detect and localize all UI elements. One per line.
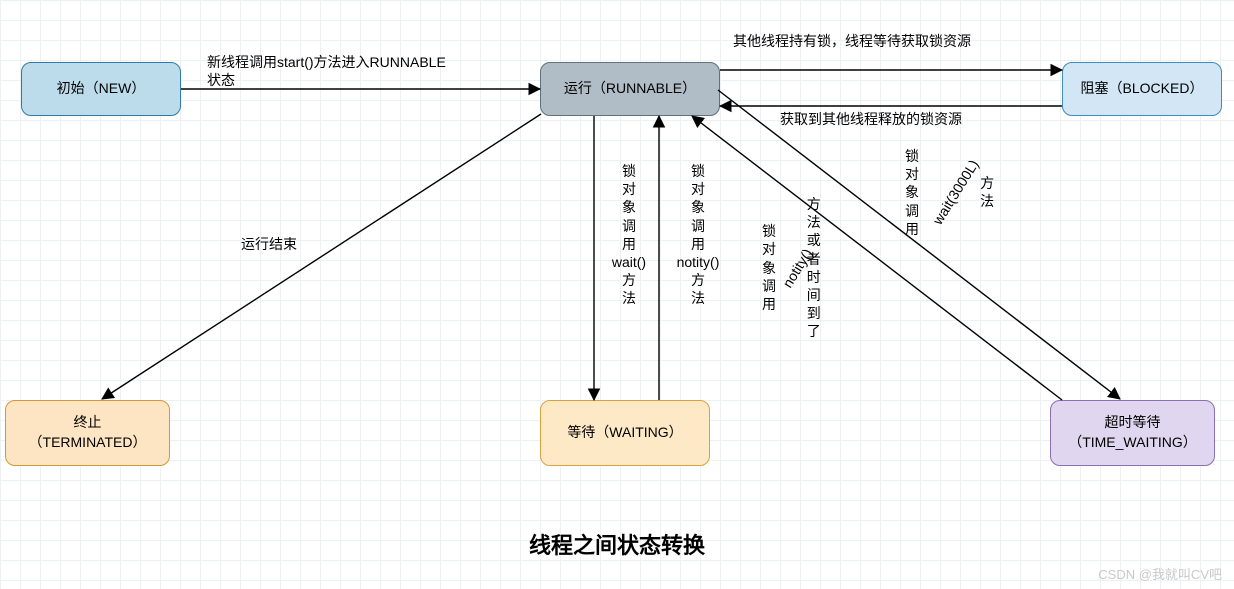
c: 方 <box>668 271 728 289</box>
c: 用 <box>905 220 919 238</box>
c: 用 <box>606 235 652 253</box>
c: 锁 <box>606 162 652 180</box>
c: 法 <box>668 289 728 307</box>
state-terminated: 终止 （TERMINATED） <box>5 400 170 466</box>
diagram-title: 线程之间状态转换 <box>0 528 1234 560</box>
c: 或 <box>807 231 821 249</box>
c: 对 <box>905 165 919 183</box>
edge-run-to-term: 运行结束 <box>241 234 297 254</box>
edge-new-to-run-l2: 状态 <box>207 70 235 90</box>
c: 用 <box>762 295 776 313</box>
c: 到 <box>807 304 821 322</box>
edge-new-to-run-l1: 新线程调用start()方法进入RUNNABLE <box>207 52 446 72</box>
c: wait(3000L) <box>928 157 982 229</box>
edge-run-to-wait: 锁 对 象 调 用 wait() 方 法 <box>606 162 652 308</box>
state-runnable: 运行（RUNNABLE） <box>540 62 720 116</box>
c: 象 <box>905 183 919 201</box>
c: 锁 <box>905 147 919 165</box>
c: 象 <box>668 198 728 216</box>
edge-run-to-time: 锁 对 象 调 用 wait(3000L) 方 法 <box>905 147 994 238</box>
state-terminated-l1: 终止 <box>74 414 102 430</box>
state-blocked: 阻塞（BLOCKED） <box>1062 62 1222 116</box>
c: 方 <box>606 271 652 289</box>
state-timewaiting-l2: （TIME_WAITING） <box>1068 434 1197 450</box>
c: 调 <box>905 202 919 220</box>
c: 对 <box>668 180 728 198</box>
c: 象 <box>606 198 652 216</box>
c: 间 <box>807 286 821 304</box>
c: 锁 <box>668 162 728 180</box>
edge-time-to-run: 锁 对 象 调 用 notity() 方 法 或 者 时 间 到 了 <box>762 195 821 341</box>
c: 调 <box>762 277 776 295</box>
c: 法 <box>807 213 821 231</box>
c: 方 <box>807 195 821 213</box>
c: 调 <box>668 217 728 235</box>
c: 象 <box>762 259 776 277</box>
state-timewaiting: 超时等待 （TIME_WAITING） <box>1050 400 1215 466</box>
edge-run-to-blocked: 其他线程持有锁，线程等待获取锁资源 <box>733 31 971 51</box>
c: 用 <box>668 235 728 253</box>
c: 调 <box>606 217 652 235</box>
watermark: CSDN @我就叫CV吧 <box>1098 564 1222 583</box>
c: 了 <box>807 322 821 340</box>
c: 法 <box>606 289 652 307</box>
state-waiting: 等待（WAITING） <box>540 400 710 466</box>
state-timewaiting-l1: 超时等待 <box>1105 414 1161 430</box>
c: wait() <box>606 253 652 271</box>
edge-blocked-to-run: 获取到其他线程释放的锁资源 <box>780 109 962 129</box>
state-terminated-l2: （TERMINATED） <box>29 434 147 450</box>
c: 对 <box>762 240 776 258</box>
c: notity() <box>668 253 728 271</box>
c: 方 <box>980 174 994 192</box>
edge-wait-to-run: 锁 对 象 调 用 notity() 方 法 <box>668 162 728 308</box>
c: 法 <box>980 192 994 210</box>
state-new: 初始（NEW） <box>21 62 181 116</box>
c: 时 <box>807 268 821 286</box>
c: 对 <box>606 180 652 198</box>
c: 锁 <box>762 222 776 240</box>
